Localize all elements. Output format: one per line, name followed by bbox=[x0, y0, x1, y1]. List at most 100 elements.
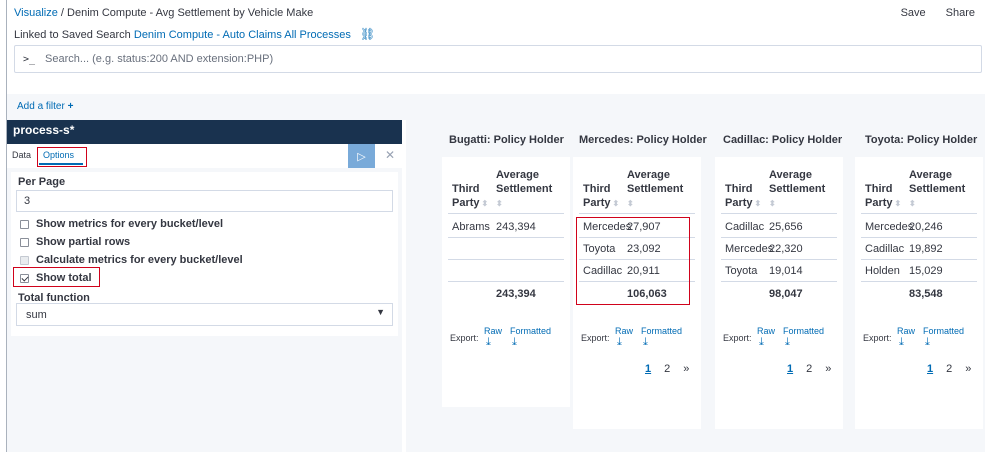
column-header-third-party[interactable]: Third Party ⬍ bbox=[583, 182, 619, 211]
header-line: Settlement bbox=[909, 183, 966, 195]
highlight-box bbox=[13, 267, 100, 287]
download-icon[interactable]: ⤓ bbox=[643, 336, 648, 349]
sort-icon[interactable]: ⬍ bbox=[496, 197, 503, 211]
export-formatted-link[interactable]: Formatted bbox=[641, 326, 682, 336]
apply-changes-button[interactable]: ▷ bbox=[348, 144, 375, 168]
header-line: Settlement bbox=[496, 183, 553, 195]
column-header-third-party[interactable]: Third Party ⬍ bbox=[452, 182, 488, 211]
next-page-icon[interactable]: » bbox=[683, 363, 689, 375]
unlink-icon[interactable]: ⛓ bbox=[360, 27, 375, 41]
column-header-average-settlement[interactable]: Average Settlement ⬍ bbox=[769, 168, 825, 211]
header-line: Party bbox=[865, 197, 893, 209]
cell-average-settlement: 15,029 bbox=[909, 265, 943, 277]
header-line: Third bbox=[583, 183, 611, 195]
export-raw-link[interactable]: Raw bbox=[897, 326, 915, 336]
sort-icon[interactable]: ⬍ bbox=[482, 197, 489, 211]
download-icon[interactable]: ⤓ bbox=[925, 336, 930, 349]
row-divider bbox=[721, 237, 837, 238]
page-1-link[interactable]: 1 bbox=[927, 363, 933, 375]
total-value: 83,548 bbox=[909, 288, 943, 300]
per-page-label: Per Page bbox=[18, 176, 66, 188]
checkbox-icon[interactable] bbox=[20, 219, 29, 229]
sort-icon[interactable]: ⬍ bbox=[627, 197, 634, 211]
sort-icon[interactable]: ⬍ bbox=[769, 197, 776, 211]
checkbox-label: Show metrics for every bucket/level bbox=[36, 218, 224, 230]
total-function-select[interactable]: sum ▼ bbox=[16, 303, 393, 326]
checkbox-icon bbox=[20, 255, 29, 265]
cell-third-party: Toyota bbox=[725, 265, 758, 277]
query-language-icon[interactable]: >_ bbox=[23, 54, 35, 65]
page-2-link[interactable]: 2 bbox=[806, 363, 812, 375]
page-2-link[interactable]: 2 bbox=[946, 363, 952, 375]
column-header-third-party[interactable]: Third Party ⬍ bbox=[725, 182, 761, 211]
column-header-average-settlement[interactable]: Average Settlement ⬍ bbox=[909, 168, 965, 211]
add-filter-label: Add a filter bbox=[17, 101, 65, 112]
tab-data[interactable]: Data bbox=[12, 150, 31, 160]
header-line: Average bbox=[627, 169, 671, 181]
column-header-average-settlement[interactable]: Average Settlement ⬍ bbox=[496, 168, 552, 211]
saved-search-link[interactable]: Denim Compute - Auto Claims All Processe… bbox=[134, 29, 351, 41]
column-header-third-party[interactable]: Third Party ⬍ bbox=[865, 182, 901, 211]
checkbox-show-metrics-every-bucket[interactable]: Show metrics for every bucket/level bbox=[20, 218, 223, 230]
plus-icon: + bbox=[67, 101, 74, 112]
row-divider bbox=[721, 281, 837, 282]
next-page-icon[interactable]: » bbox=[825, 363, 831, 375]
header-line: Average bbox=[496, 169, 540, 181]
checkbox-label: Calculate metrics for every bucket/level bbox=[36, 254, 243, 266]
checkbox-show-partial-rows[interactable]: Show partial rows bbox=[20, 236, 130, 248]
header-line: Party bbox=[452, 197, 480, 209]
cell-average-settlement: 25,656 bbox=[769, 221, 803, 233]
next-page-icon[interactable]: » bbox=[965, 363, 971, 375]
sort-icon[interactable]: ⬍ bbox=[909, 197, 916, 211]
page-2-link[interactable]: 2 bbox=[664, 363, 670, 375]
download-icon[interactable]: ⤓ bbox=[617, 336, 622, 349]
export-label: Export: bbox=[863, 333, 892, 343]
export-formatted-link[interactable]: Formatted bbox=[510, 326, 551, 336]
export-formatted-link[interactable]: Formatted bbox=[923, 326, 964, 336]
download-icon[interactable]: ⤓ bbox=[785, 336, 790, 349]
download-icon[interactable]: ⤓ bbox=[899, 336, 904, 349]
share-button[interactable]: Share bbox=[946, 7, 975, 19]
highlight-box bbox=[576, 217, 690, 305]
column-header-average-settlement[interactable]: Average Settlement ⬍ bbox=[627, 168, 683, 211]
row-divider bbox=[721, 259, 837, 260]
sort-icon[interactable]: ⬍ bbox=[613, 197, 620, 211]
header-line: Party bbox=[583, 197, 611, 209]
header-line: Settlement bbox=[627, 183, 684, 195]
save-button[interactable]: Save bbox=[901, 7, 926, 19]
row-divider bbox=[861, 281, 977, 282]
linked-search-label: Linked to Saved Search bbox=[14, 29, 131, 41]
per-page-input[interactable] bbox=[16, 190, 393, 212]
export-formatted-link[interactable]: Formatted bbox=[783, 326, 824, 336]
download-icon[interactable]: ⤓ bbox=[759, 336, 764, 349]
checkbox-label: Show partial rows bbox=[36, 236, 131, 248]
table-title: Cadillac: Policy Holder bbox=[723, 134, 843, 146]
export-raw-link[interactable]: Raw bbox=[757, 326, 775, 336]
export-raw-link[interactable]: Raw bbox=[615, 326, 633, 336]
sort-icon[interactable]: ⬍ bbox=[755, 197, 762, 211]
header-line: Third bbox=[452, 183, 480, 195]
header-divider bbox=[721, 213, 837, 214]
options-panel: Per Page Show metrics for every bucket/l… bbox=[11, 172, 398, 336]
download-icon[interactable]: ⤓ bbox=[512, 336, 517, 349]
page-1-link[interactable]: 1 bbox=[787, 363, 793, 375]
breadcrumb-visualize-link[interactable]: Visualize bbox=[14, 7, 58, 19]
sort-icon[interactable]: ⬍ bbox=[895, 197, 902, 211]
page-title: Denim Compute - Avg Settlement by Vehicl… bbox=[67, 7, 314, 19]
cell-third-party: Mercedes bbox=[865, 221, 914, 233]
header-line: Third bbox=[865, 183, 893, 195]
header-line: Settlement bbox=[769, 183, 826, 195]
close-icon[interactable]: ✕ bbox=[385, 148, 395, 162]
download-icon[interactable]: ⤓ bbox=[486, 336, 491, 349]
page-1-link[interactable]: 1 bbox=[645, 363, 651, 375]
cell-third-party: Abrams bbox=[452, 221, 490, 233]
export-label: Export: bbox=[581, 333, 610, 343]
editor-sidebar: process-s* Data Options ▷ ✕ Per Page Sho… bbox=[7, 120, 402, 452]
search-input[interactable] bbox=[45, 53, 846, 65]
add-filter-button[interactable]: Add a filter + bbox=[17, 101, 73, 112]
checkbox-icon[interactable] bbox=[20, 237, 29, 247]
table-title: Mercedes: Policy Holder bbox=[579, 134, 707, 146]
header-line: Average bbox=[909, 169, 953, 181]
cell-third-party: Mercedes bbox=[725, 243, 774, 255]
export-raw-link[interactable]: Raw bbox=[484, 326, 502, 336]
